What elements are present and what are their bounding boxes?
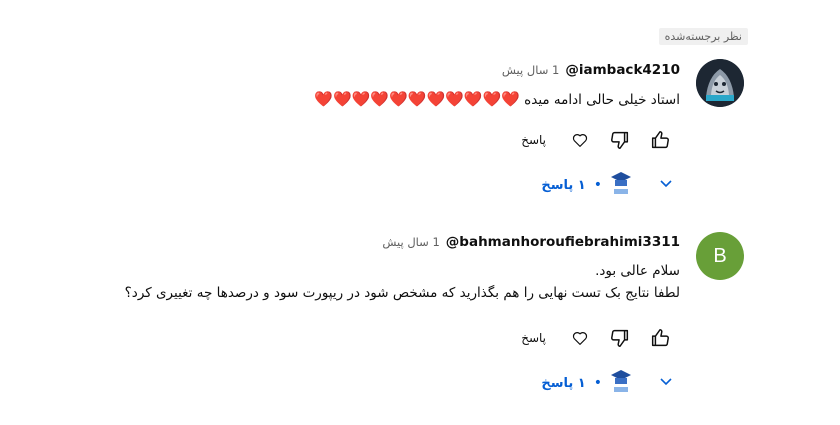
thumbs-down-icon[interactable]: [600, 322, 640, 354]
comment-hearts: ❤️❤️❤️❤️❤️❤️❤️❤️❤️❤️❤️: [314, 90, 520, 108]
thumbs-down-icon[interactable]: [600, 124, 640, 156]
comment-actions: پاسخ: [515, 124, 680, 156]
heart-icon[interactable]: [560, 124, 600, 156]
view-replies-button[interactable]: ۱ پاسخ •: [541, 170, 674, 200]
heart-icon[interactable]: [560, 322, 600, 354]
chevron-down-icon: [658, 175, 674, 195]
avatar-letter: B: [713, 244, 727, 267]
replies-count: ۱ پاسخ: [541, 375, 586, 391]
comment-time: 1 سال پیش: [501, 63, 560, 77]
comment-body: استاد خیلی حالی ادامه میده ❤️❤️❤️❤️❤️❤️❤…: [314, 88, 680, 111]
comment-time: 1 سال پیش: [382, 235, 440, 249]
separator-dot: •: [593, 375, 602, 391]
comment-author[interactable]: @iamback4210: [565, 62, 680, 78]
comment-author[interactable]: @bahmanhoroufiebrahimi3311: [446, 234, 680, 250]
avatar[interactable]: [696, 59, 744, 107]
channel-logo-icon: [610, 368, 632, 398]
pinned-badge: نظر برجسته‌شده: [658, 28, 748, 45]
comment-body: سلام عالی بود. لطفا نتایج بک تست نهایی ر…: [125, 260, 680, 304]
thumbs-up-icon[interactable]: [640, 124, 680, 156]
comment-actions: پاسخ: [515, 322, 680, 354]
channel-logo-icon: [610, 170, 632, 200]
view-replies-button[interactable]: ۱ پاسخ •: [541, 368, 674, 398]
comment-text: استاد خیلی حالی ادامه میده: [524, 92, 680, 108]
avatar[interactable]: B: [696, 232, 744, 280]
separator-dot: •: [593, 177, 602, 193]
comment-line-2: لطفا نتایج بک تست نهایی را هم بگذارید که…: [124, 285, 680, 301]
replies-count: ۱ پاسخ: [541, 177, 586, 193]
thumbs-up-icon[interactable]: [640, 322, 680, 354]
reply-button[interactable]: پاسخ: [521, 331, 546, 345]
reply-button[interactable]: پاسخ: [521, 133, 546, 147]
comment-line-1: سلام عالی بود.: [595, 263, 680, 279]
chevron-down-icon: [658, 373, 674, 393]
